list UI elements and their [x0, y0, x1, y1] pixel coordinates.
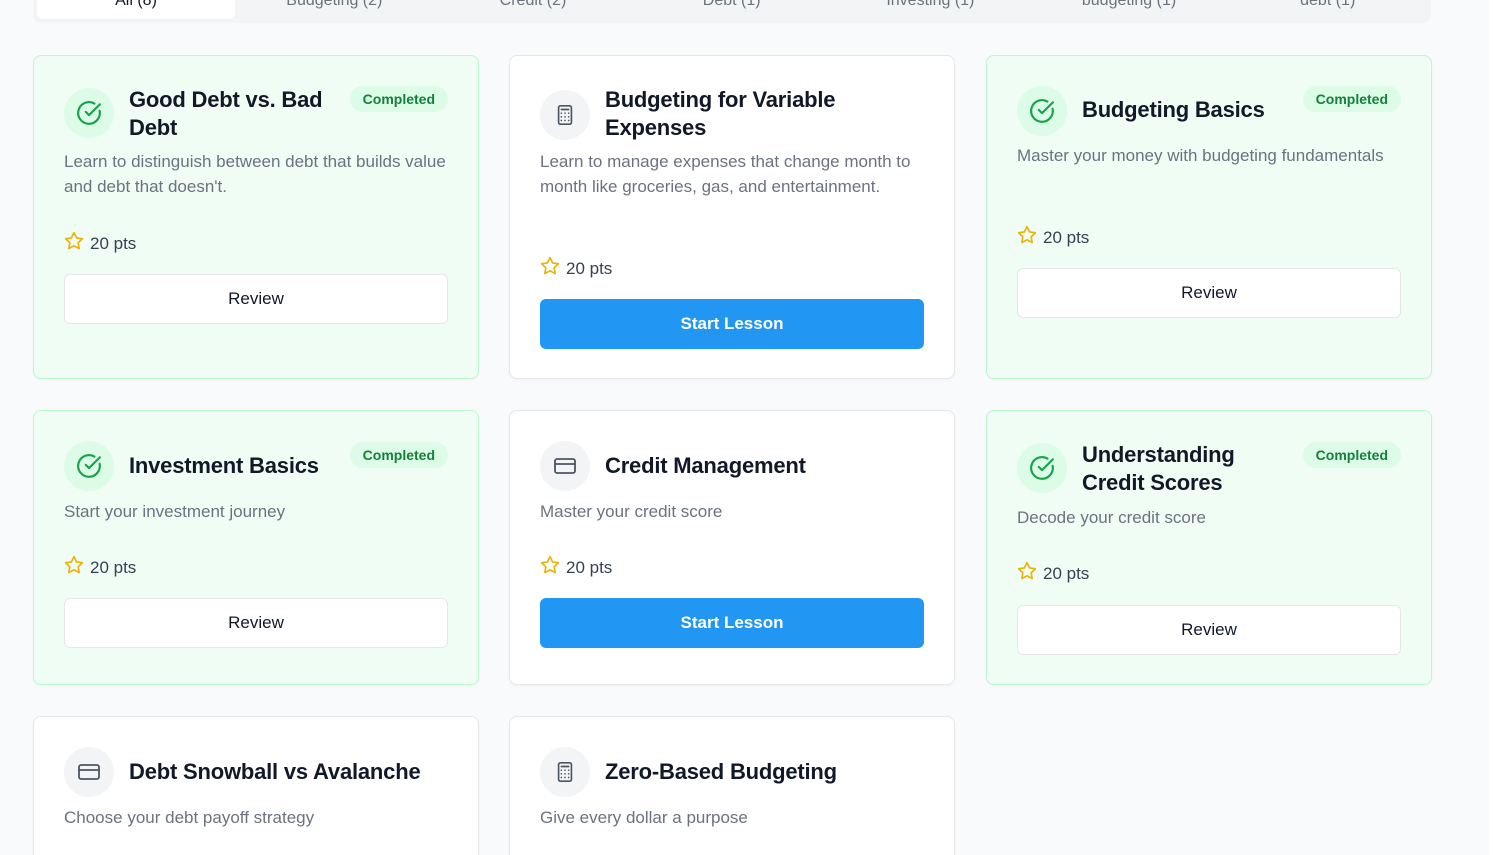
- lesson-title: Investment Basics: [129, 453, 319, 478]
- lesson-description: Learn to manage expenses that change mon…: [540, 152, 911, 196]
- star-icon: [540, 256, 560, 281]
- completed-badge: Completed: [349, 442, 448, 468]
- tab-all[interactable]: All (8): [37, 0, 235, 19]
- lesson-title: Zero-Based Budgeting: [605, 759, 837, 784]
- star-icon: [1017, 561, 1037, 586]
- lesson-card: Debt Snowball vs Avalanche Choose your d…: [33, 716, 479, 855]
- tab-debt-lower[interactable]: debt (1): [1228, 0, 1427, 19]
- tab-budgeting-lower[interactable]: budgeting (1): [1030, 0, 1229, 19]
- lesson-title: Good Debt vs. Bad Debt: [129, 87, 323, 140]
- completed-badge: Completed: [349, 86, 448, 112]
- lesson-card: Investment Basics Completed Start your i…: [33, 410, 479, 685]
- points-label: 20 pts: [1043, 227, 1090, 247]
- points-label: 20 pts: [566, 258, 613, 278]
- star-icon: [540, 555, 560, 580]
- lesson-description: Master your credit score: [540, 502, 723, 521]
- lesson-title: Budgeting for Variable Expenses: [605, 87, 836, 140]
- lesson-description: Choose your debt payoff strategy: [64, 808, 315, 827]
- review-button[interactable]: Review: [64, 274, 448, 324]
- points-label: 20 pts: [90, 233, 137, 253]
- lesson-points: 20 pts: [64, 555, 136, 580]
- lesson-title: Understanding Credit Scores: [1082, 442, 1235, 495]
- lesson-description: Master your money with budgeting fundame…: [1017, 146, 1384, 165]
- lesson-card: Zero-Based Budgeting Give every dollar a…: [509, 716, 955, 855]
- star-icon: [64, 555, 84, 580]
- completed-badge: Completed: [1302, 442, 1401, 468]
- lesson-description: Learn to distinguish between debt that b…: [64, 152, 446, 196]
- credit-card-icon: [540, 441, 590, 491]
- lesson-card: Understanding Credit Scores Completed De…: [986, 410, 1432, 685]
- lesson-points: 20 pts: [540, 256, 612, 281]
- check-circle-icon: [64, 441, 114, 491]
- lesson-card: Credit Management Master your credit sco…: [509, 410, 955, 685]
- category-filter-tabs: All (8) Budgeting (2) Credit (2) Debt (1…: [33, 0, 1431, 23]
- review-button[interactable]: Review: [1017, 605, 1401, 655]
- lesson-description: Decode your credit score: [1017, 508, 1206, 527]
- points-label: 20 pts: [90, 557, 137, 577]
- lessons-page: All (8) Budgeting (2) Credit (2) Debt (1…: [0, 0, 1493, 855]
- completed-badge: Completed: [1302, 86, 1401, 112]
- lesson-description: Start your investment journey: [64, 502, 286, 521]
- tab-credit[interactable]: Credit (2): [434, 0, 633, 19]
- lesson-description: Give every dollar a purpose: [540, 808, 748, 827]
- points-label: 20 pts: [1043, 563, 1090, 583]
- review-button[interactable]: Review: [64, 598, 448, 648]
- scrollbar-track[interactable]: [1489, 0, 1493, 855]
- star-icon: [64, 231, 84, 256]
- lesson-points: 20 pts: [64, 231, 136, 256]
- points-label: 20 pts: [566, 557, 613, 577]
- lesson-title: Budgeting Basics: [1082, 97, 1265, 122]
- lesson-points: 20 pts: [1017, 225, 1089, 250]
- check-circle-icon: [1017, 443, 1067, 493]
- lesson-points: 20 pts: [1017, 561, 1089, 586]
- tab-investing[interactable]: Investing (1): [831, 0, 1030, 19]
- lesson-card: Good Debt vs. Bad Debt Completed Learn t…: [33, 55, 479, 379]
- lesson-card: Budgeting Basics Completed Master your m…: [986, 55, 1432, 379]
- credit-card-icon: [64, 747, 114, 797]
- lesson-points: 20 pts: [540, 555, 612, 580]
- lesson-card: Budgeting for Variable Expenses Learn to…: [509, 55, 955, 379]
- review-button[interactable]: Review: [1017, 268, 1401, 318]
- lesson-title: Credit Management: [605, 453, 806, 478]
- start-lesson-button[interactable]: Start Lesson: [540, 598, 924, 648]
- tab-debt[interactable]: Debt (1): [632, 0, 831, 19]
- start-lesson-button[interactable]: Start Lesson: [540, 299, 924, 349]
- calculator-icon: [540, 747, 590, 797]
- check-circle-icon: [1017, 86, 1067, 136]
- tab-budgeting[interactable]: Budgeting (2): [235, 0, 434, 19]
- lesson-title: Debt Snowball vs Avalanche: [129, 759, 421, 784]
- calculator-icon: [540, 90, 590, 140]
- check-circle-icon: [64, 88, 114, 138]
- star-icon: [1017, 225, 1037, 250]
